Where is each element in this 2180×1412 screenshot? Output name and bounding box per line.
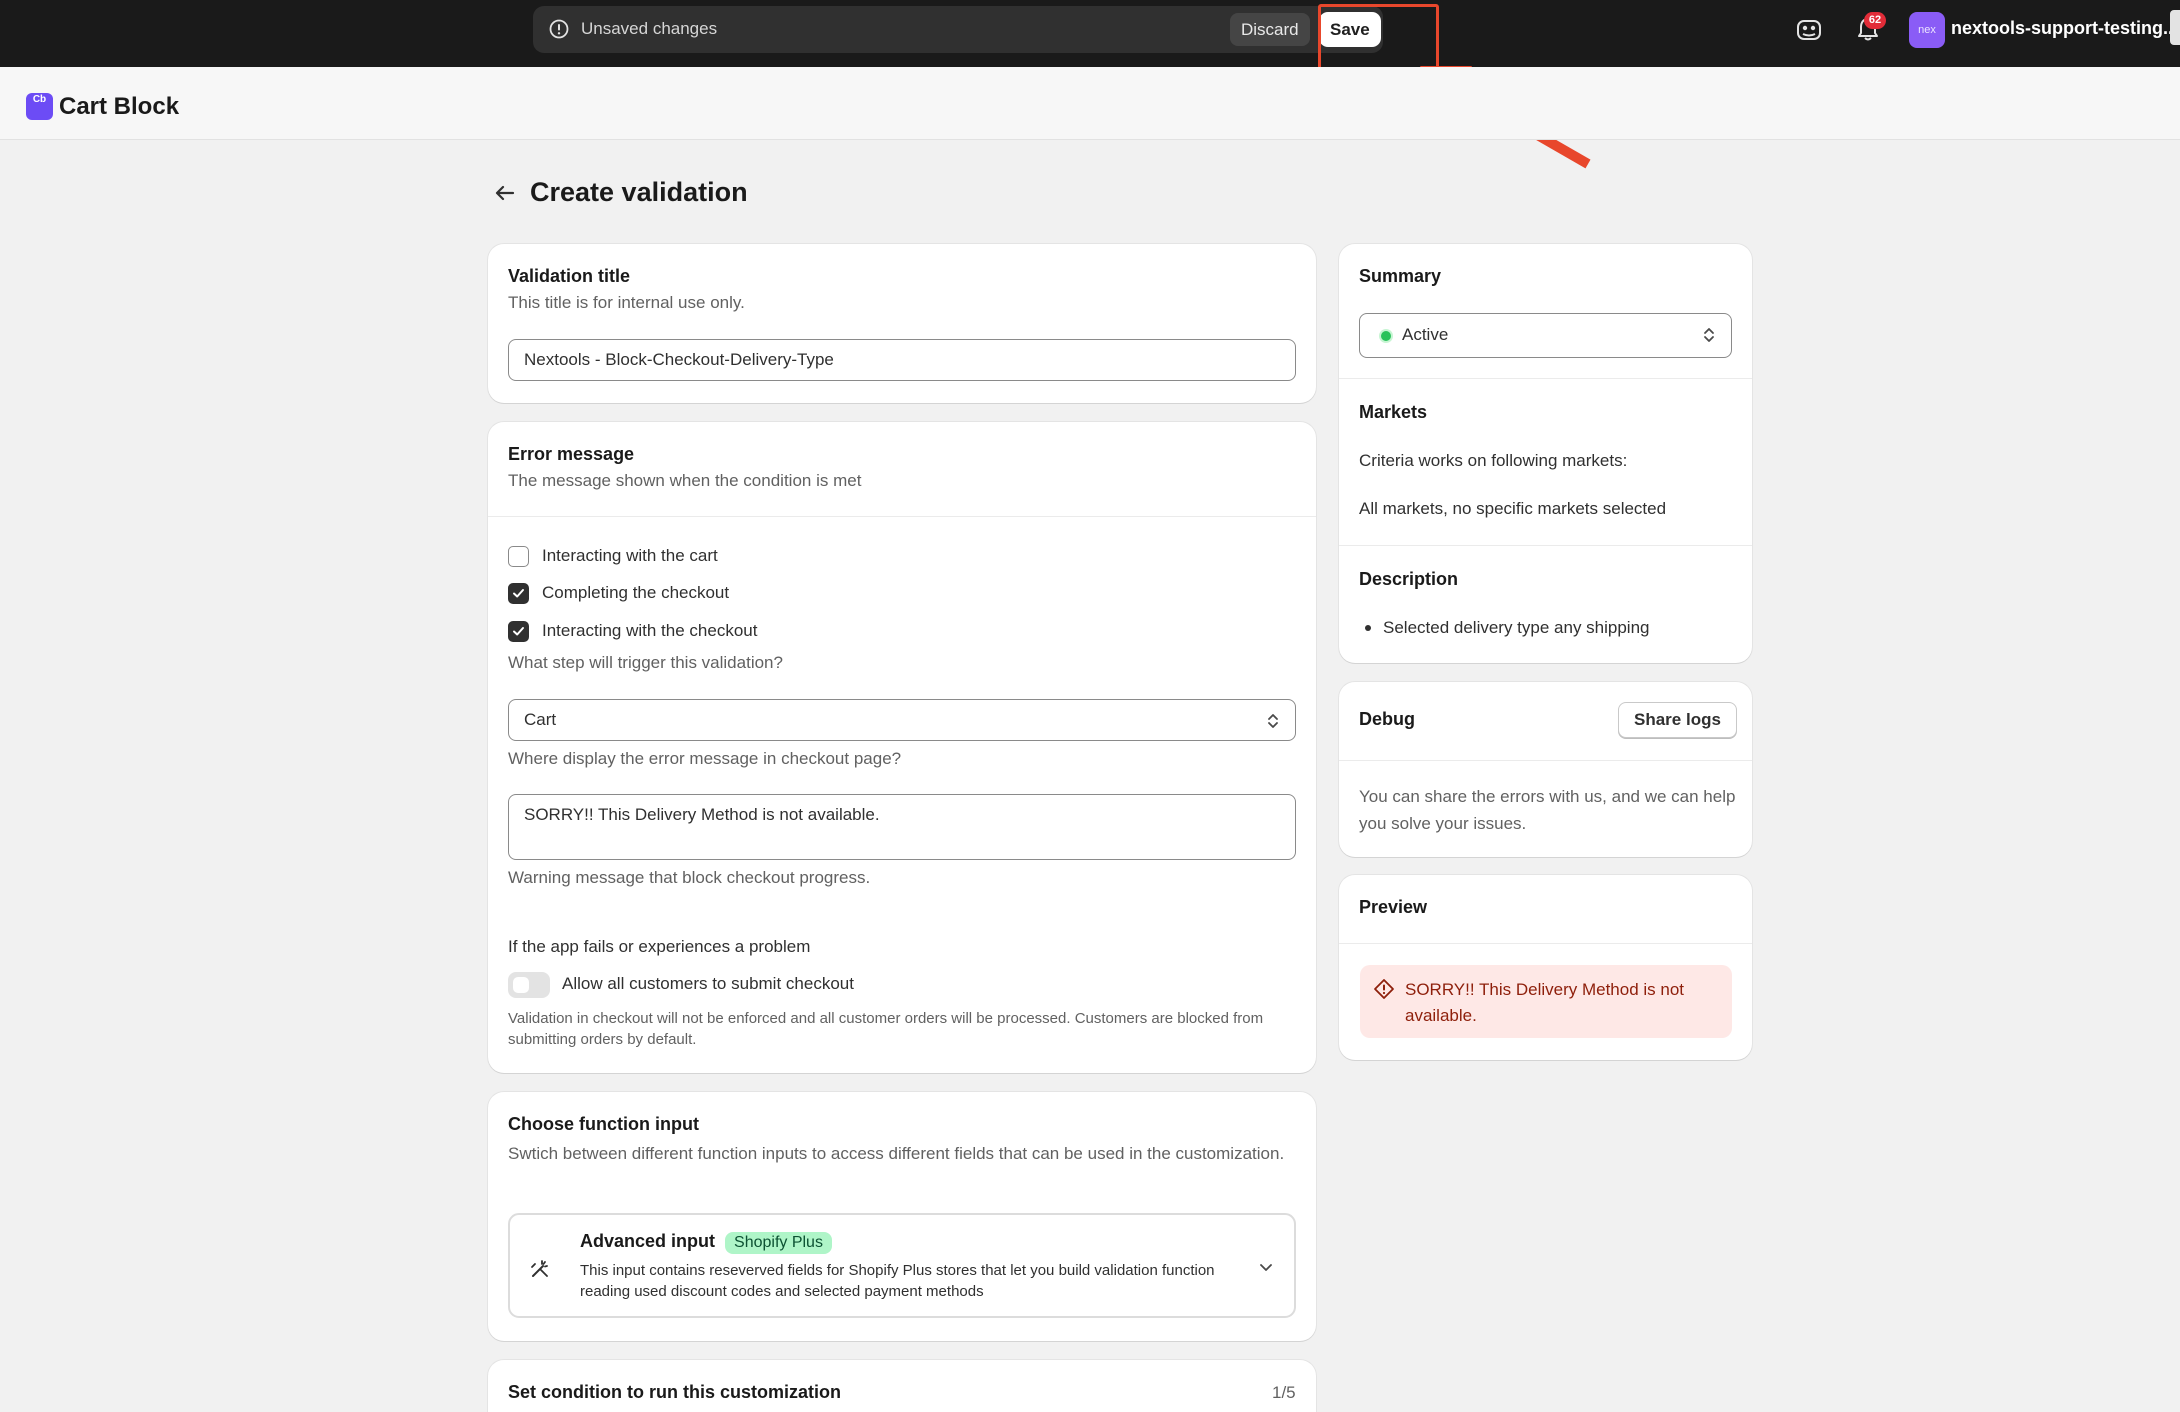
shopify-plus-badge: Shopify Plus [725,1232,832,1254]
bullet-dot [1365,625,1371,631]
condition-card: Set condition to run this customization … [488,1360,1316,1412]
card-divider [1339,545,1752,546]
preview-error-text: SORRY!! This Delivery Method is not avai… [1405,980,1685,1025]
unsaved-changes-text: Unsaved changes [581,19,718,38]
function-input-heading: Choose function input [508,1114,699,1134]
app-title: Cart Block [59,93,180,120]
checkbox-label[interactable]: Completing the checkout [542,583,729,603]
magic-wand-icon [531,1260,548,1277]
condition-heading: Set condition to run this customization [508,1382,841,1402]
description-heading: Description [1359,569,1459,589]
location-help-text: Where display the error message in check… [508,749,902,768]
chevron-down-icon[interactable] [1258,1259,1274,1275]
summary-card: Summary Active Markets Criteria works on… [1339,244,1752,663]
contextual-save-bar: Unsaved changes Discard Save [533,6,1383,53]
failure-heading: If the app fails or experiences a proble… [508,937,811,956]
summary-heading: Summary [1359,266,1442,286]
page-title: Create validation [530,177,748,207]
toggle-knob [513,977,529,993]
select-chevron-icon [1704,328,1714,342]
card-divider [488,516,1316,517]
error-message-help: The message shown when the condition is … [508,471,862,490]
markets-value: All markets, no specific markets selecte… [1359,499,1667,518]
allow-checkout-toggle[interactable] [508,972,550,998]
option-description: This input contains reseverved fields fo… [580,1262,1215,1300]
card-divider [1339,760,1752,761]
description-item: Selected delivery type any shipping [1383,618,1650,637]
status-select[interactable]: Active [1359,313,1732,358]
scroll-edge [2170,10,2180,45]
preview-heading: Preview [1359,897,1428,917]
markets-intro: Criteria works on following markets: [1359,451,1628,470]
checkmark-icon [513,627,524,636]
app-logo: Cb [26,93,53,120]
markets-heading: Markets [1359,402,1428,422]
checkbox-label[interactable]: Interacting with the checkout [542,621,757,641]
store-name[interactable]: nextools-support-testing... [1951,18,2178,39]
checkmark-icon [513,589,524,598]
validation-title-input[interactable] [508,339,1296,381]
function-input-card: Choose function input Swtich between dif… [488,1092,1316,1341]
status-value: Active [1402,325,1449,344]
top-bar: Unsaved changes Discard Save 62 nex next… [0,0,2180,67]
option-title-row: Advanced input Shopify Plus [580,1231,832,1254]
trigger-help-text: What step will trigger this validation? [508,653,783,672]
alert-circle-icon [549,19,569,39]
checkbox-interacting-cart[interactable] [508,546,529,567]
checkbox-interacting-checkout[interactable] [508,621,529,642]
option-title: Advanced input [580,1231,716,1251]
app-header: Cb Cart Block [0,67,2180,140]
avatar[interactable]: nex [1909,12,1945,48]
message-help-text: Warning message that block checkout prog… [508,868,871,887]
debug-heading: Debug [1359,709,1415,729]
toggle-help-text: Validation in checkout will not be enfor… [508,1010,1264,1048]
card-divider [1339,378,1752,379]
arrow-left-icon[interactable] [492,180,518,206]
debug-card: Debug Share logs You can share the error… [1339,682,1752,857]
preview-error-banner: SORRY!! This Delivery Method is not avai… [1360,965,1732,1038]
share-logs-button[interactable]: Share logs [1618,702,1737,738]
select-chevron-icon [1268,714,1278,728]
select-value: Cart [524,710,557,729]
error-message-card: Error message The message shown when the… [488,422,1316,1073]
status-dot [1381,331,1391,341]
display-location-select[interactable]: Cart [508,699,1296,741]
function-input-help: Swtich between different function inputs… [508,1144,1285,1163]
card-divider [1339,943,1752,944]
notification-count-badge: 62 [1864,12,1886,29]
error-message-heading: Error message [508,444,635,464]
discard-button[interactable]: Discard [1230,13,1310,46]
error-message-textarea[interactable]: SORRY!! This Delivery Method is not avai… [508,794,1296,860]
store-icon[interactable] [1795,16,1823,44]
validation-title-help: This title is for internal use only. [508,293,745,312]
advanced-input-option[interactable]: Advanced input Shopify Plus This input co… [508,1213,1296,1318]
condition-counter: 1/5 [1272,1383,1296,1402]
validation-title-card: Validation title This title is for inter… [488,244,1316,403]
checkbox-label[interactable]: Interacting with the cart [542,546,718,566]
alert-diamond-icon [1374,979,1394,999]
debug-body: You can share the errors with us, and we… [1359,787,1736,833]
toggle-label[interactable]: Allow all customers to submit checkout [562,974,854,994]
validation-title-heading: Validation title [508,266,631,286]
checkbox-completing-checkout[interactable] [508,583,529,604]
